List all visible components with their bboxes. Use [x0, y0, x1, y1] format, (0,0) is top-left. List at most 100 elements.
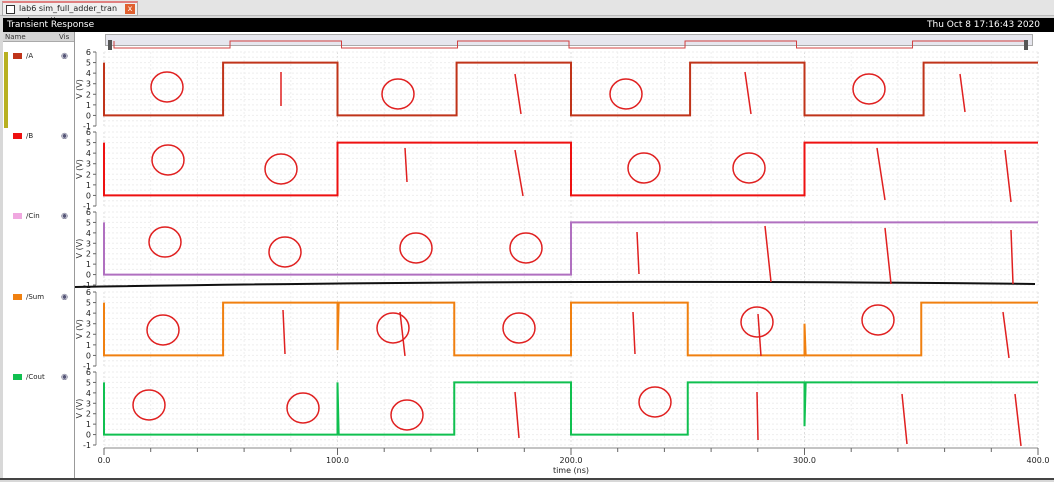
y-tick-label: 0: [86, 351, 91, 360]
y-tick-label: 4: [86, 229, 91, 238]
x-tick-label: 100.0: [326, 456, 349, 465]
y-tick-label: 2: [86, 170, 91, 179]
annotation-stroke: [514, 149, 524, 197]
y-tick-label: 6: [86, 288, 91, 297]
annotation-circle: [627, 152, 661, 184]
signal-item[interactable]: /A ◉: [9, 51, 73, 62]
color-swatch: [13, 133, 22, 139]
annotation-circle: [148, 226, 182, 258]
visibility-eye-icon[interactable]: ◉: [61, 51, 68, 60]
y-tick-label: 1: [86, 101, 91, 110]
y-tick-label: 2: [86, 90, 91, 99]
annotation-stroke: [1004, 149, 1012, 203]
y-tick-label: 2: [86, 250, 91, 259]
y-tick-label: 4: [86, 389, 91, 398]
annotation-circle: [376, 312, 410, 344]
annotation-stroke: [514, 391, 520, 439]
signal-item[interactable]: /Cin ◉: [9, 211, 73, 222]
y-axis-label: V (V): [75, 79, 84, 99]
column-name[interactable]: Name: [5, 32, 26, 42]
waveform-plot[interactable]: -10123456V (V)-10123456V (V)-10123456V (…: [74, 32, 1054, 478]
overview-left-handle[interactable]: [108, 40, 112, 50]
window-title-bar: Transient Response Thu Oct 8 17:16:43 20…: [3, 18, 1054, 32]
visibility-eye-icon[interactable]: ◉: [61, 372, 68, 381]
annotation-circle: [268, 236, 302, 268]
y-tick-label: 0: [86, 111, 91, 120]
x-tick-label: 300.0: [793, 456, 816, 465]
annotation-circle: [286, 392, 320, 424]
y-tick-label: 6: [86, 208, 91, 217]
signal-item[interactable]: /B ◉: [9, 131, 73, 142]
annotation-stroke: [404, 147, 408, 183]
annotation-circle: [390, 399, 424, 431]
annotation-stroke: [1014, 393, 1022, 447]
y-axis-label: V (V): [75, 159, 84, 179]
y-tick-label: 0: [86, 431, 91, 440]
y-tick-label: 4: [86, 149, 91, 158]
y-tick-label: 3: [86, 160, 91, 169]
annotation-circle: [502, 312, 536, 344]
y-tick-label: 3: [86, 320, 91, 329]
y-tick-label: 1: [86, 260, 91, 269]
y-tick-label: 5: [86, 299, 91, 308]
x-axis-label: time (ns): [553, 466, 589, 475]
y-tick-label: 4: [86, 69, 91, 78]
y-axis-label: V (V): [75, 319, 84, 339]
annotation-stroke: [632, 311, 636, 355]
annotation-stroke: [282, 309, 286, 355]
annotation-circle: [861, 304, 895, 336]
signal-name: /A: [26, 52, 34, 60]
signal-name: /Cin: [26, 212, 40, 220]
y-axis-label: V (V): [75, 399, 84, 419]
column-vis[interactable]: Vis: [59, 32, 69, 42]
signal-item[interactable]: /Cout ◉: [9, 372, 73, 383]
signal-name: /Cout: [26, 373, 45, 381]
window-title: Transient Response: [7, 20, 95, 30]
signal-list: Name Vis /A ◉ /B ◉ /Cin ◉ /Sum ◉ /Cout ◉: [3, 32, 75, 478]
color-swatch: [13, 374, 22, 380]
annotation-stroke: [757, 313, 762, 357]
y-tick-label: 1: [86, 181, 91, 190]
visibility-eye-icon[interactable]: ◉: [61, 211, 68, 220]
y-tick-label: 4: [86, 309, 91, 318]
annotation-stroke: [901, 393, 908, 445]
y-tick-label: 1: [86, 420, 91, 429]
waveform-window-icon: [6, 5, 15, 14]
y-tick-label: 6: [86, 48, 91, 57]
close-tab-icon[interactable]: x: [125, 4, 135, 14]
annotation-circle: [151, 144, 185, 176]
y-tick-label: -1: [83, 441, 91, 450]
y-tick-label: 1: [86, 341, 91, 350]
visibility-eye-icon[interactable]: ◉: [61, 292, 68, 301]
strip-selection-bar: [4, 52, 8, 128]
visibility-eye-icon[interactable]: ◉: [61, 131, 68, 140]
y-tick-label: 6: [86, 128, 91, 137]
y-tick-label: 0: [86, 191, 91, 200]
annotation-stroke: [959, 73, 966, 113]
annotation-circle: [740, 306, 774, 338]
color-swatch: [13, 294, 22, 300]
y-tick-label: 3: [86, 80, 91, 89]
tab-bar: lab6 sim_full_adder_tran schematic x: [0, 0, 1054, 25]
signal-name: /Sum: [26, 293, 45, 301]
annotation-stroke: [884, 227, 892, 285]
y-tick-label: 3: [86, 239, 91, 248]
overview-waveform: [113, 40, 1024, 49]
overview-right-handle[interactable]: [1024, 40, 1028, 50]
signal-item[interactable]: /Sum ◉: [9, 292, 73, 303]
tab-schematic[interactable]: lab6 sim_full_adder_tran schematic x: [2, 1, 138, 25]
y-tick-label: 5: [86, 218, 91, 227]
overview-scrollbar[interactable]: [105, 34, 1033, 50]
y-tick-label: 3: [86, 399, 91, 408]
y-tick-label: 5: [86, 139, 91, 148]
y-tick-label: 6: [86, 368, 91, 377]
signal-list-header: Name Vis: [3, 32, 74, 42]
annotation-circle: [146, 314, 180, 346]
plot-area[interactable]: -1 0 1 2 3 4 5 6 V (V) -1 0 1 2 3 4 5 6 V (V) -1 0 1 2 3 4 5 6 V (…: [74, 32, 1054, 478]
annotation-circle: [150, 71, 184, 103]
annotation-stroke: [876, 147, 886, 201]
y-tick-label: 5: [86, 378, 91, 387]
x-tick-label: 0.0: [98, 456, 111, 465]
x-tick-label: 400.0: [1027, 456, 1050, 465]
timestamp: Thu Oct 8 17:16:43 2020: [927, 20, 1040, 30]
